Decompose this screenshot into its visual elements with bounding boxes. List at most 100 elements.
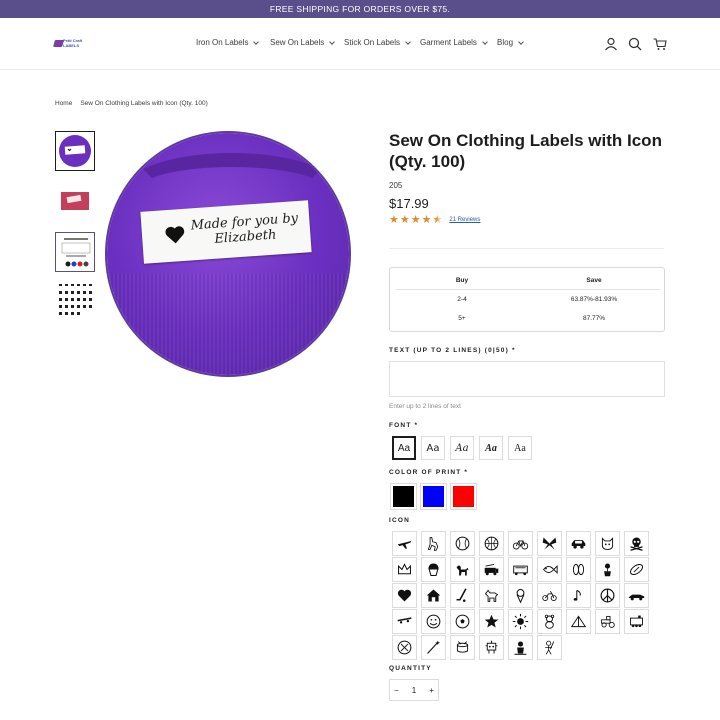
product-image[interactable]: Made for you by Elizabeth (107, 133, 349, 375)
warrior-icon (545, 640, 555, 655)
icon-option-rider[interactable] (421, 531, 446, 556)
icon-option-warrior[interactable] (537, 635, 562, 660)
icon-option-smiley[interactable] (421, 609, 446, 634)
color-swatch-red[interactable] (450, 483, 477, 510)
quantity-discount-table: Buy Save 2-4 63.87%-81.93% 5+ 87.77% (389, 267, 665, 332)
icon-option-star[interactable] (479, 609, 504, 634)
icon-option-skateboard[interactable] (392, 609, 417, 634)
icon-option-robot[interactable] (479, 635, 504, 660)
icon-option-bicycle[interactable] (508, 531, 533, 556)
color-swatch-blue[interactable] (420, 483, 447, 510)
icon-option-car[interactable] (566, 531, 591, 556)
quantity-minus-button[interactable]: − (394, 686, 399, 695)
reviews-link[interactable]: 21 Reviews (449, 217, 480, 223)
rating[interactable]: ★ ★ ★ ★ ★ 21 Reviews (389, 214, 480, 226)
dog-icon (456, 565, 469, 576)
quantity-plus-button[interactable]: + (429, 686, 434, 695)
icon-option-airplane[interactable] (392, 531, 417, 556)
nav-item-stick-on[interactable]: Stick On Labels (344, 38, 411, 47)
icon-option-cupcake[interactable] (421, 557, 446, 582)
thumbnail-icon-sheet-image (59, 284, 92, 315)
thumbnail-3[interactable] (55, 232, 95, 272)
icon-option-fish[interactable] (537, 557, 562, 582)
icon-option-football[interactable] (624, 557, 649, 582)
color-swatch-black[interactable] (390, 483, 417, 510)
icon-option-horse[interactable] (479, 583, 504, 608)
icon-option-teddy[interactable] (537, 609, 562, 634)
icon-option-drum[interactable] (450, 635, 475, 660)
icon-option-bus[interactable] (508, 557, 533, 582)
smiley-icon (426, 614, 441, 629)
icon-option-baseball[interactable] (450, 531, 475, 556)
font-label: FONT * (389, 422, 419, 429)
font-option-2[interactable]: Aa (421, 436, 445, 460)
soccer-ball-icon (455, 614, 470, 629)
icon-option-heart[interactable] (392, 583, 417, 608)
icon-option-cat[interactable] (595, 531, 620, 556)
font-option-3[interactable]: Aa (450, 436, 474, 460)
icon-option-flip-flops[interactable] (566, 557, 591, 582)
icon-option-wand[interactable] (421, 635, 446, 660)
table-cell-save: 63.87%-81.93% (570, 296, 618, 303)
font-option-1[interactable]: Aa (392, 436, 416, 460)
icon-option-peace[interactable] (595, 583, 620, 608)
icon-option-hockey[interactable] (450, 583, 475, 608)
nav-item-blog[interactable]: Blog (497, 38, 524, 47)
icon-option-ice-cream[interactable] (508, 583, 533, 608)
icon-option-sun[interactable] (508, 609, 533, 634)
icon-option-soccer[interactable] (450, 609, 475, 634)
cart-icon[interactable] (653, 37, 667, 51)
font-option-4[interactable]: Aa (479, 436, 503, 460)
search-icon[interactable] (628, 37, 642, 51)
icon-option-motorcycle[interactable] (537, 583, 562, 608)
product-price: $17.99 (389, 196, 429, 211)
icon-option-house[interactable] (421, 583, 446, 608)
nav-item-iron-on[interactable]: Iron On Labels (196, 38, 260, 47)
house-icon (426, 589, 441, 602)
icon-option-skull[interactable] (624, 531, 649, 556)
chevron-down-icon (482, 38, 488, 45)
flower-pot-icon (604, 563, 611, 577)
thumbnail-4[interactable] (55, 280, 95, 320)
star-icon: ★ (410, 214, 421, 226)
icon-option-tennis[interactable] (392, 635, 417, 660)
icon-label: ICON (389, 517, 411, 524)
nav-item-garment[interactable]: Garment Labels (420, 38, 488, 47)
color-label: COLOR OF PRINT * (389, 469, 469, 476)
skull-icon (630, 537, 643, 551)
breadcrumb-home[interactable]: Home (55, 100, 72, 107)
skateboard-icon (397, 617, 412, 624)
ice-cream-icon (516, 589, 525, 604)
font-option-5[interactable]: Aa (508, 436, 532, 460)
icon-option-music[interactable] (566, 583, 591, 608)
nav-item-label: Stick On Labels (344, 38, 401, 47)
account-icon[interactable] (604, 37, 618, 51)
quantity-value[interactable]: 1 (412, 686, 416, 695)
icon-option-race-car[interactable] (624, 583, 649, 608)
tent-icon (570, 615, 587, 628)
thumbnail-fabric-image (61, 192, 89, 210)
table-row: 5+ 87.77% (396, 310, 660, 328)
nav-item-label: Iron On Labels (196, 38, 249, 47)
icon-option-basketball[interactable] (479, 531, 504, 556)
chevron-down-icon (518, 38, 524, 45)
thumbnail-size-chart-image (61, 238, 91, 267)
horse-icon (484, 589, 499, 602)
table-cell-buy: 2-4 (457, 296, 467, 303)
thumbnail-2[interactable] (55, 182, 95, 222)
icon-option-sailor[interactable] (508, 635, 533, 660)
icon-option-train[interactable] (624, 609, 649, 634)
icon-option-crown[interactable] (392, 557, 417, 582)
nav-item-label: Sew On Labels (270, 38, 325, 47)
icon-option-flower-pot[interactable] (595, 557, 620, 582)
nav-item-sew-on[interactable]: Sew On Labels (270, 38, 336, 47)
icon-option-butterfly[interactable] (537, 531, 562, 556)
icon-option-fire-truck[interactable] (479, 557, 504, 582)
thumbnail-1[interactable] (55, 131, 95, 171)
star-icon: ★ (421, 214, 432, 226)
icon-option-tent[interactable] (566, 609, 591, 634)
icon-option-dog[interactable] (450, 557, 475, 582)
icon-option-tractor[interactable] (595, 609, 620, 634)
label-text-input[interactable] (389, 361, 665, 397)
baseball-icon (455, 536, 470, 551)
